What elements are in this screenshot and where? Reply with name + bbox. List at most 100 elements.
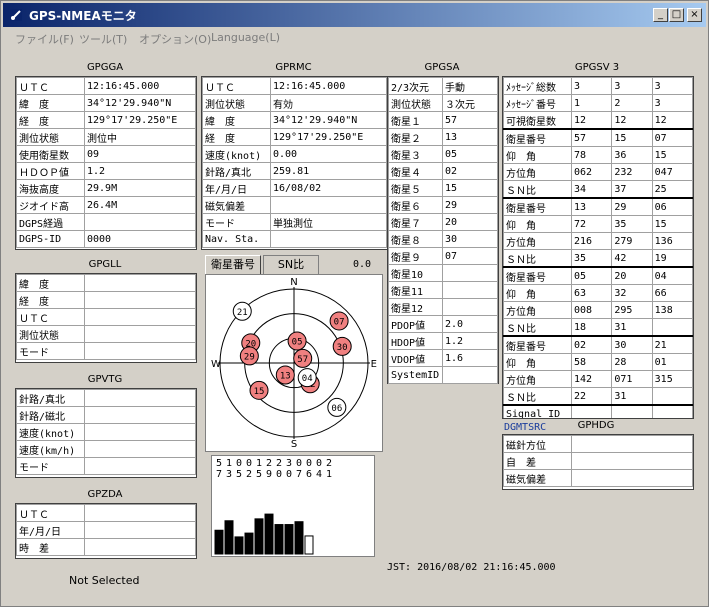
row-value: 3 <box>651 77 693 95</box>
row-label: 時 差 <box>16 538 85 556</box>
row-label: 仰 角 <box>503 284 572 302</box>
table-row: 針路/真北 <box>16 389 196 407</box>
row-label: 針路/真北 <box>16 389 85 407</box>
satellite-label: 06 <box>331 404 342 414</box>
sn-id-bottom: 3 <box>226 469 232 480</box>
row-value: 31 <box>611 387 653 406</box>
row-value: 15 <box>651 215 693 233</box>
sn-id-bottom: 7 <box>216 469 222 480</box>
row-label: 仰 角 <box>503 146 572 164</box>
sn-bar <box>234 536 244 555</box>
maximize-button[interactable]: □ <box>669 8 684 22</box>
row-label: 年/月/日 <box>16 521 85 539</box>
table-row: 衛星10 <box>388 264 498 282</box>
sn-id-bottom: 2 <box>246 469 252 480</box>
sn-id-top: 0 <box>316 458 322 469</box>
row-label: ＵＴＣ <box>202 77 271 95</box>
table-row: 磁気偏差 <box>503 469 693 487</box>
row-label: 海抜高度 <box>16 179 85 197</box>
row-value: 07 <box>651 128 693 147</box>
row-value: 138 <box>651 301 693 319</box>
row-value: 20 <box>442 213 498 231</box>
row-value: 12 <box>611 111 653 130</box>
sn-id-bottom: 0 <box>286 469 292 480</box>
table-row: DGPS経過 <box>16 213 196 231</box>
west-label: W <box>211 359 221 370</box>
table-row: 可視衛星数 12 12 12 <box>503 111 693 130</box>
gpgsv-title: GPGSV 3 <box>574 62 620 73</box>
minimize-button[interactable]: _ <box>653 8 668 22</box>
menu-options[interactable]: オプション(O) <box>139 31 211 47</box>
table-row: 衛星番号 57 15 07 <box>503 128 693 147</box>
row-label: 使用衛星数 <box>16 145 85 163</box>
close-button[interactable]: × <box>687 8 702 22</box>
row-value: 3 <box>570 77 613 95</box>
row-value: 129°17'29.250"E <box>84 111 196 129</box>
row-value: 315 <box>651 370 693 388</box>
menu-language[interactable]: Language(L) <box>211 31 280 44</box>
row-label: ＳＮ比 <box>503 249 572 268</box>
table-row: 測位状態 測位中 <box>16 128 196 146</box>
table-row: 海抜高度 29.9M <box>16 179 196 197</box>
row-value <box>442 366 498 384</box>
tab-sat-number[interactable]: 衛星番号 <box>205 255 261 274</box>
row-label: 衛星８ <box>388 230 443 248</box>
row-value <box>84 457 196 475</box>
row-value <box>84 274 196 292</box>
tab-sn-ratio[interactable]: SN比 <box>263 255 319 274</box>
east-label: E <box>371 359 377 370</box>
row-value: 06 <box>651 197 693 216</box>
row-value: 12:16:45.000 <box>84 77 196 95</box>
menu-tools[interactable]: ツール(T) <box>79 31 127 47</box>
row-label: 測位状態 <box>388 94 443 112</box>
row-label: 速度(knot) <box>16 423 85 441</box>
row-label: 衛星５ <box>388 179 443 197</box>
table-row: 経 度 129°17'29.250"E <box>202 128 387 146</box>
row-value: 72 <box>570 215 613 233</box>
row-value: 単独測位 <box>270 213 387 231</box>
row-value <box>270 230 387 248</box>
table-row: 緯 度 34°12'29.940"N <box>202 111 387 129</box>
row-value <box>651 387 693 406</box>
row-label: ＵＴＣ <box>16 308 85 326</box>
row-label: ＨＤＯＰ値 <box>16 162 85 180</box>
table-row: 方位角 062 232 047 <box>503 163 693 181</box>
satellite-label: 29 <box>244 352 255 362</box>
row-label: 年/月/日 <box>202 179 271 197</box>
sn-id-top: 5 <box>216 458 222 469</box>
sn-bar <box>274 524 284 555</box>
row-value: 34°12'29.940"N <box>270 111 387 129</box>
skyplot: NSEW210507302029570213041506 <box>211 277 377 450</box>
row-value: 35 <box>570 249 613 268</box>
table-row: Nav. Sta. <box>202 230 387 248</box>
table-row: 方位角 008 295 138 <box>503 301 693 319</box>
row-value: 12:16:45.000 <box>270 77 387 95</box>
table-row: 仰 角 72 35 15 <box>503 215 693 233</box>
row-value: 02 <box>570 335 613 354</box>
sn-bar <box>264 513 274 555</box>
table-row: ＳＮ比 18 31 <box>503 318 693 337</box>
row-value: 0000 <box>84 230 196 248</box>
row-value: 測位中 <box>84 128 196 146</box>
row-value <box>84 423 196 441</box>
row-label: 測位状態 <box>16 128 85 146</box>
menu-file[interactable]: ファイル(F) <box>15 31 74 47</box>
menu-bar: ファイル(F) ツール(T) オプション(O) Language(L) <box>3 28 706 48</box>
title-bar[interactable]: GPS-NMEAモニタ _ □ × <box>3 3 706 27</box>
sn-bar <box>214 529 224 555</box>
row-value: 63 <box>570 284 613 302</box>
gpvtg-panel: 針路/真北 針路/磁北 速度(knot) 速度(km/h) モード <box>15 388 197 478</box>
row-label: ﾒｯｾｰｼﾞ総数 <box>503 77 572 95</box>
row-value: 09 <box>84 145 196 163</box>
table-row: 使用衛星数 09 <box>16 145 196 163</box>
table-row: 衛星６ 29 <box>388 196 498 214</box>
table-row: 方位角 216 279 136 <box>503 232 693 250</box>
satellite-label: 13 <box>280 371 291 381</box>
sn-id-bottom: 0 <box>276 469 282 480</box>
table-row: 衛星番号 02 30 21 <box>503 335 693 354</box>
row-label: 衛星番号 <box>503 266 572 285</box>
row-value <box>84 504 196 522</box>
table-row: 磁気偏差 <box>202 196 387 214</box>
row-value: 136 <box>651 232 693 250</box>
row-label: 衛星番号 <box>503 197 572 216</box>
